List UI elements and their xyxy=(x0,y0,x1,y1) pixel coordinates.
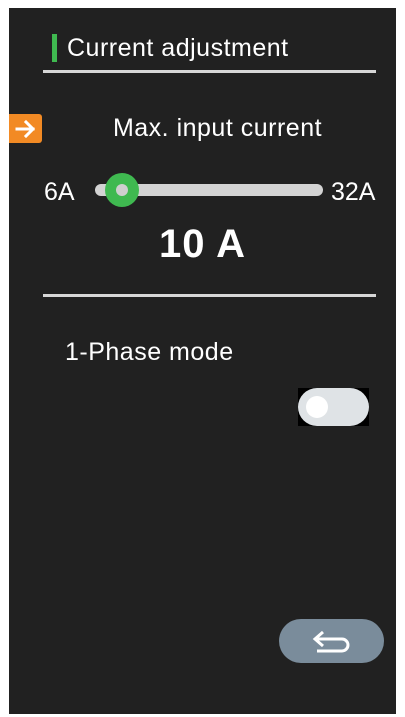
current-value-display: 10 A xyxy=(158,222,246,266)
back-button[interactable] xyxy=(279,619,384,663)
section-divider xyxy=(43,294,376,297)
page-title: Current adjustment xyxy=(67,33,289,62)
toggle-knob xyxy=(306,396,328,418)
title-accent-bar xyxy=(52,34,57,62)
toggle-track xyxy=(298,388,369,426)
charger-screen: Current adjustment Max. input current 6A… xyxy=(9,8,396,714)
current-slider-thumb[interactable] xyxy=(105,173,139,207)
slider-min-label: 6A xyxy=(44,178,75,206)
max-input-current-label: Max. input current xyxy=(112,114,323,142)
page-header: Current adjustment xyxy=(52,30,289,66)
header-divider xyxy=(43,70,376,73)
phase-mode-label: 1-Phase mode xyxy=(65,338,234,366)
phase-mode-toggle[interactable] xyxy=(298,388,369,426)
slider-max-label: 32A xyxy=(331,178,376,206)
slider-thumb-dot xyxy=(116,184,128,196)
return-arrow-icon xyxy=(312,630,349,653)
